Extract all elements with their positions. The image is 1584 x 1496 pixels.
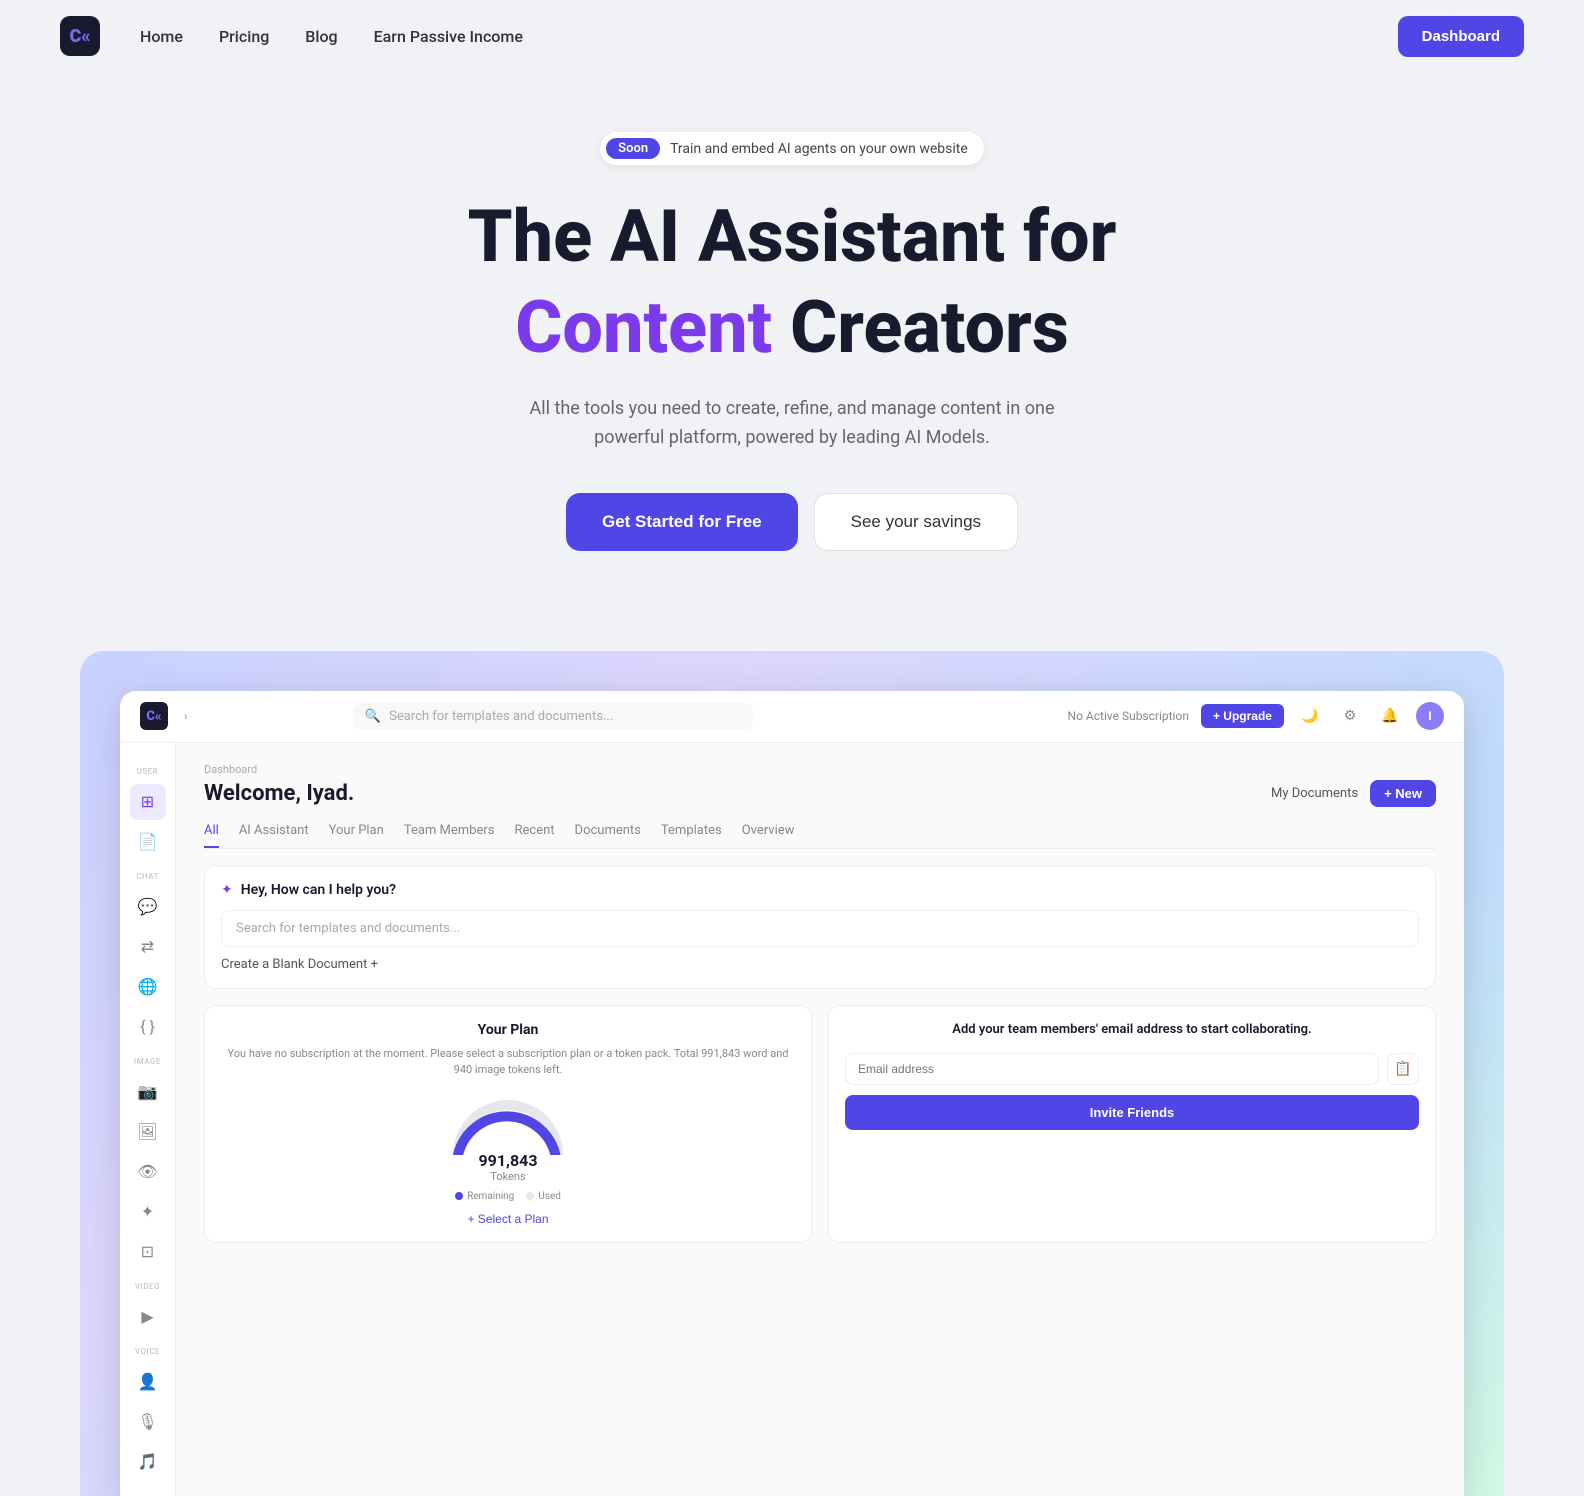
remaining-dot [455, 1192, 463, 1200]
tab-recent[interactable]: Recent [514, 823, 554, 848]
tokens-gauge [448, 1095, 568, 1155]
navbar: C« Home Pricing Blog Earn Passive Income… [0, 0, 1584, 72]
db-main: Dashboard Welcome, Iyad. My Documents + … [176, 743, 1464, 1496]
tab-documents[interactable]: Documents [575, 823, 641, 848]
sidebar-item-code[interactable]: { } [130, 1009, 166, 1045]
copy-icon[interactable]: 📋 [1387, 1053, 1419, 1085]
db-search-placeholder: Search for templates and documents... [389, 709, 613, 724]
sidebar-user-label: USER [137, 767, 158, 776]
sidebar-item-translate[interactable]: ⇄ [130, 929, 166, 965]
hero-title-rest: Creators [772, 285, 1069, 370]
sidebar-item-dashboard[interactable]: ⊞ [130, 784, 166, 820]
sidebar-item-web[interactable]: 🌐 [130, 969, 166, 1005]
sidebar-item-chat[interactable]: 💬 [130, 889, 166, 925]
sidebar-item-remove-bg[interactable]: ⊡ [130, 1234, 166, 1270]
notifications-icon[interactable]: 🔔 [1376, 702, 1404, 730]
db-welcome-row: Welcome, Iyad. My Documents + New [204, 780, 1436, 807]
dark-mode-icon[interactable]: 🌙 [1296, 702, 1324, 730]
my-documents-label: My Documents [1271, 786, 1358, 801]
tab-ai-assistant[interactable]: AI Assistant [239, 823, 309, 848]
get-started-button[interactable]: Get Started for Free [566, 493, 798, 551]
sidebar-video-label: VIDEO [135, 1282, 160, 1291]
dashboard-preview-wrapper: C« › 🔍 Search for templates and document… [80, 651, 1504, 1496]
team-input-row: 📋 [845, 1053, 1419, 1085]
legend-remaining: Remaining [455, 1191, 514, 1202]
legend-used: Used [526, 1191, 561, 1202]
ai-star-icon: ✦ [221, 882, 233, 898]
ai-search-bar[interactable]: Search for templates and documents... [221, 910, 1419, 947]
ai-assistant-card: ✦ Hey, How can I help you? Search for te… [204, 865, 1436, 989]
sidebar-item-music[interactable]: 🎵 [130, 1444, 166, 1480]
sidebar-item-video[interactable]: ▶ [130, 1299, 166, 1335]
create-blank-document[interactable]: Create a Blank Document + [221, 957, 1419, 972]
db-topbar: C« › 🔍 Search for templates and document… [120, 691, 1464, 743]
ai-card-header: ✦ Hey, How can I help you? [221, 882, 1419, 898]
sidebar-voice-label: VOICE [135, 1347, 160, 1356]
hero-badge: Soon Train and embed AI agents on your o… [600, 132, 984, 165]
sidebar-item-enhance[interactable]: ✦ [130, 1194, 166, 1230]
tab-team-members[interactable]: Team Members [404, 823, 495, 848]
sidebar-item-eye[interactable]: 👁 [130, 1154, 166, 1190]
tab-templates[interactable]: Templates [661, 823, 722, 848]
hero-title-line1: The AI Assistant for [20, 197, 1564, 276]
team-card-title: Add your team members' email address to … [952, 1022, 1311, 1037]
hero-subtitle: All the tools you need to create, refine… [512, 395, 1072, 453]
email-input[interactable] [845, 1053, 1379, 1085]
dashboard-container: C« › 🔍 Search for templates and document… [120, 691, 1464, 1496]
new-document-button[interactable]: + New [1370, 780, 1436, 807]
subscription-status: No Active Subscription [1068, 709, 1189, 723]
user-avatar[interactable]: I [1416, 702, 1444, 730]
plan-card-desc: You have no subscription at the moment. … [221, 1046, 795, 1079]
hero-title-purple: Content [515, 285, 772, 370]
search-icon: 🔍 [365, 709, 381, 724]
gauge-legend: Remaining Used [221, 1191, 795, 1202]
hero-title-line2: Content Creators [20, 288, 1564, 367]
sidebar-item-docs[interactable]: 📄 [130, 824, 166, 860]
plan-card-title: Your Plan [221, 1022, 795, 1038]
db-welcome-right: My Documents + New [1271, 780, 1436, 807]
sidebar-item-mic[interactable]: 🎙 [130, 1404, 166, 1440]
tab-your-plan[interactable]: Your Plan [329, 823, 384, 848]
used-dot [526, 1192, 534, 1200]
tab-all[interactable]: All [204, 823, 219, 848]
nav-logo: C« [60, 16, 100, 56]
gauge-container: 991,843 Tokens [221, 1095, 795, 1183]
ai-card-title: Hey, How can I help you? [241, 882, 396, 898]
sidebar-item-image[interactable]: 🖼 [130, 1114, 166, 1150]
db-body: USER ⊞ 📄 CHAT 💬 ⇄ 🌐 { } IMAGE 📷 🖼 👁 ✦ ⊡ … [120, 743, 1464, 1496]
nav-earn[interactable]: Earn Passive Income [374, 27, 523, 46]
upgrade-button[interactable]: + Upgrade [1201, 704, 1284, 728]
db-cards-row: Your Plan You have no subscription at th… [204, 1005, 1436, 1243]
db-logo: C« [140, 702, 168, 730]
plan-card: Your Plan You have no subscription at th… [204, 1005, 812, 1243]
dashboard-button[interactable]: Dashboard [1398, 16, 1524, 57]
invite-friends-button[interactable]: Invite Friends [845, 1095, 1419, 1130]
sidebar-item-voice[interactable]: 👤 [130, 1364, 166, 1400]
nav-links: Home Pricing Blog Earn Passive Income [140, 27, 1398, 46]
sidebar-chat-label: CHAT [136, 872, 158, 881]
db-chevron-icon: › [184, 709, 188, 723]
select-plan-button[interactable]: + Select a Plan [221, 1212, 795, 1226]
team-card: Add your team members' email address to … [828, 1005, 1436, 1243]
db-welcome-title: Welcome, Iyad. [204, 781, 354, 806]
db-topbar-right: No Active Subscription + Upgrade 🌙 ⚙ 🔔 I [1068, 702, 1444, 730]
db-search-box[interactable]: 🔍 Search for templates and documents... [353, 703, 753, 730]
nav-pricing[interactable]: Pricing [219, 27, 269, 46]
hero-badge-pill: Soon [606, 138, 660, 159]
hero-badge-text: Train and embed AI agents on your own we… [670, 141, 968, 157]
tokens-label: Tokens [490, 1170, 525, 1183]
db-breadcrumb: Dashboard [204, 763, 1436, 776]
sidebar-image-label: IMAGE [134, 1057, 161, 1066]
see-savings-button[interactable]: See your savings [814, 493, 1018, 551]
settings-icon[interactable]: ⚙ [1336, 702, 1364, 730]
legend-used-label: Used [538, 1191, 561, 1202]
hero-buttons: Get Started for Free See your savings [20, 493, 1564, 551]
legend-remaining-label: Remaining [467, 1191, 514, 1202]
nav-blog[interactable]: Blog [305, 27, 337, 46]
hero-section: Soon Train and embed AI agents on your o… [0, 72, 1584, 651]
nav-home[interactable]: Home [140, 27, 183, 46]
db-tabs: All AI Assistant Your Plan Team Members … [204, 823, 1436, 849]
tab-overview[interactable]: Overview [742, 823, 795, 848]
db-sidebar: USER ⊞ 📄 CHAT 💬 ⇄ 🌐 { } IMAGE 📷 🖼 👁 ✦ ⊡ … [120, 743, 176, 1496]
